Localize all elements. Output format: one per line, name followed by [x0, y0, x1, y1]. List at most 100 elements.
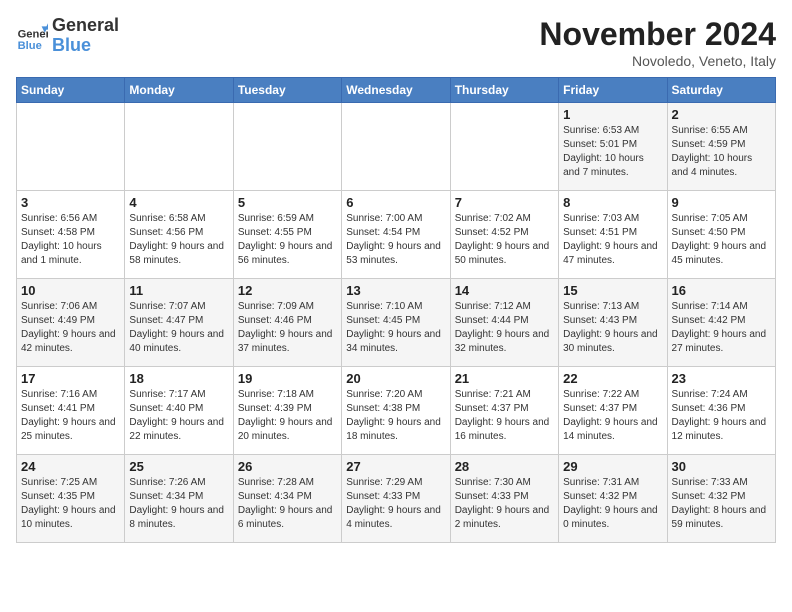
calendar-cell: 11 Sunrise: 7:07 AM Sunset: 4:47 PM Dayli… — [125, 279, 233, 367]
day-info: Sunrise: 7:10 AM Sunset: 4:45 PM Dayligh… — [346, 300, 445, 356]
logo-line2: Blue — [52, 36, 119, 56]
calendar-cell: 6Sunrise: 7:00 AM Sunset: 4:54 PM Daylig… — [342, 191, 450, 279]
day-number: 24 — [21, 459, 120, 474]
day-info: Sunrise: 7:09 AM Sunset: 4:46 PM Dayligh… — [238, 300, 337, 356]
day-number: 11 — [129, 283, 228, 298]
day-info: Sunrise: 6:59 AM Sunset: 4:55 PM Dayligh… — [238, 212, 337, 268]
week-row-3: 10Sunrise: 7:06 AM Sunset: 4:49 PM Dayli… — [17, 279, 776, 367]
title-block: November 2024 Novoledo, Veneto, Italy — [539, 16, 776, 69]
day-number: 2 — [672, 107, 771, 122]
calendar-cell: 25 Sunrise: 7:26 AM Sunset: 4:34 PM Dayli… — [125, 455, 233, 543]
calendar-cell: 1 Sunrise: 6:53 AM Sunset: 5:01 PM Daylig… — [559, 103, 667, 191]
day-info: Sunrise: 7:24 AM Sunset: 4:36 PM Dayligh… — [672, 388, 771, 444]
day-info: Sunrise: 7:17 AM Sunset: 4:40 PM Dayligh… — [129, 388, 228, 444]
day-info: Sunrise: 7:22 AM Sunset: 4:37 PM Dayligh… — [563, 388, 662, 444]
calendar-cell — [17, 103, 125, 191]
day-number: 23 — [672, 371, 771, 386]
day-number: 25 — [129, 459, 228, 474]
day-number: 3 — [21, 195, 120, 210]
calendar-cell: 4Sunrise: 6:58 AM Sunset: 4:56 PM Daylig… — [125, 191, 233, 279]
calendar-cell: 12 Sunrise: 7:09 AM Sunset: 4:46 PM Dayli… — [233, 279, 341, 367]
day-info: Sunrise: 7:14 AM Sunset: 4:42 PM Dayligh… — [672, 300, 771, 356]
day-info: Sunrise: 7:02 AM Sunset: 4:52 PM Dayligh… — [455, 212, 554, 268]
calendar-cell — [342, 103, 450, 191]
weekday-tuesday: Tuesday — [233, 78, 341, 103]
day-number: 15 — [563, 283, 662, 298]
day-number: 8 — [563, 195, 662, 210]
weekday-friday: Friday — [559, 78, 667, 103]
calendar-cell: 30 Sunrise: 7:33 AM Sunset: 4:32 PM Dayli… — [667, 455, 775, 543]
calendar-cell: 15 Sunrise: 7:13 AM Sunset: 4:43 PM Dayli… — [559, 279, 667, 367]
calendar-cell: 2 Sunrise: 6:55 AM Sunset: 4:59 PM Daylig… — [667, 103, 775, 191]
day-info: Sunrise: 7:12 AM Sunset: 4:44 PM Dayligh… — [455, 300, 554, 356]
day-number: 27 — [346, 459, 445, 474]
calendar-cell: 24 Sunrise: 7:25 AM Sunset: 4:35 PM Dayli… — [17, 455, 125, 543]
week-row-1: 1 Sunrise: 6:53 AM Sunset: 5:01 PM Daylig… — [17, 103, 776, 191]
day-info: Sunrise: 7:13 AM Sunset: 4:43 PM Dayligh… — [563, 300, 662, 356]
logo: General Blue General Blue — [16, 16, 119, 56]
calendar-cell: 21Sunrise: 7:21 AM Sunset: 4:37 PM Dayli… — [450, 367, 558, 455]
day-number: 12 — [238, 283, 337, 298]
weekday-saturday: Saturday — [667, 78, 775, 103]
calendar-cell: 23 Sunrise: 7:24 AM Sunset: 4:36 PM Dayli… — [667, 367, 775, 455]
day-info: Sunrise: 6:55 AM Sunset: 4:59 PM Dayligh… — [672, 124, 771, 180]
day-number: 29 — [563, 459, 662, 474]
calendar-cell: 18Sunrise: 7:17 AM Sunset: 4:40 PM Dayli… — [125, 367, 233, 455]
logo-text: General Blue — [52, 16, 119, 56]
day-info: Sunrise: 7:00 AM Sunset: 4:54 PM Dayligh… — [346, 212, 445, 268]
day-info: Sunrise: 7:07 AM Sunset: 4:47 PM Dayligh… — [129, 300, 228, 356]
weekday-row: SundayMondayTuesdayWednesdayThursdayFrid… — [17, 78, 776, 103]
day-info: Sunrise: 7:26 AM Sunset: 4:34 PM Dayligh… — [129, 476, 228, 532]
calendar-cell: 14Sunrise: 7:12 AM Sunset: 4:44 PM Dayli… — [450, 279, 558, 367]
weekday-monday: Monday — [125, 78, 233, 103]
day-info: Sunrise: 7:06 AM Sunset: 4:49 PM Dayligh… — [21, 300, 120, 356]
location: Novoledo, Veneto, Italy — [539, 53, 776, 69]
calendar-cell: 5 Sunrise: 6:59 AM Sunset: 4:55 PM Daylig… — [233, 191, 341, 279]
week-row-4: 17Sunrise: 7:16 AM Sunset: 4:41 PM Dayli… — [17, 367, 776, 455]
day-info: Sunrise: 6:56 AM Sunset: 4:58 PM Dayligh… — [21, 212, 120, 268]
calendar-cell — [125, 103, 233, 191]
day-info: Sunrise: 7:20 AM Sunset: 4:38 PM Dayligh… — [346, 388, 445, 444]
day-info: Sunrise: 7:21 AM Sunset: 4:37 PM Dayligh… — [455, 388, 554, 444]
day-info: Sunrise: 7:03 AM Sunset: 4:51 PM Dayligh… — [563, 212, 662, 268]
calendar-cell: 29Sunrise: 7:31 AM Sunset: 4:32 PM Dayli… — [559, 455, 667, 543]
day-number: 13 — [346, 283, 445, 298]
day-number: 30 — [672, 459, 771, 474]
day-number: 1 — [563, 107, 662, 122]
day-info: Sunrise: 6:53 AM Sunset: 5:01 PM Dayligh… — [563, 124, 662, 180]
calendar-cell: 16 Sunrise: 7:14 AM Sunset: 4:42 PM Dayli… — [667, 279, 775, 367]
day-info: Sunrise: 7:16 AM Sunset: 4:41 PM Dayligh… — [21, 388, 120, 444]
logo-line1: General — [52, 16, 119, 36]
calendar-cell: 17Sunrise: 7:16 AM Sunset: 4:41 PM Dayli… — [17, 367, 125, 455]
day-number: 28 — [455, 459, 554, 474]
day-number: 16 — [672, 283, 771, 298]
calendar-cell — [450, 103, 558, 191]
day-info: Sunrise: 6:58 AM Sunset: 4:56 PM Dayligh… — [129, 212, 228, 268]
month-title: November 2024 — [539, 16, 776, 53]
day-number: 7 — [455, 195, 554, 210]
calendar-table: SundayMondayTuesdayWednesdayThursdayFrid… — [16, 77, 776, 543]
weekday-thursday: Thursday — [450, 78, 558, 103]
day-info: Sunrise: 7:05 AM Sunset: 4:50 PM Dayligh… — [672, 212, 771, 268]
calendar-header: SundayMondayTuesdayWednesdayThursdayFrid… — [17, 78, 776, 103]
day-number: 5 — [238, 195, 337, 210]
day-info: Sunrise: 7:25 AM Sunset: 4:35 PM Dayligh… — [21, 476, 120, 532]
svg-text:General: General — [18, 28, 48, 40]
calendar-cell — [233, 103, 341, 191]
calendar-cell: 3 Sunrise: 6:56 AM Sunset: 4:58 PM Daylig… — [17, 191, 125, 279]
calendar-cell: 7 Sunrise: 7:02 AM Sunset: 4:52 PM Daylig… — [450, 191, 558, 279]
day-info: Sunrise: 7:30 AM Sunset: 4:33 PM Dayligh… — [455, 476, 554, 532]
week-row-2: 3 Sunrise: 6:56 AM Sunset: 4:58 PM Daylig… — [17, 191, 776, 279]
calendar-cell: 13 Sunrise: 7:10 AM Sunset: 4:45 PM Dayli… — [342, 279, 450, 367]
calendar-cell: 19Sunrise: 7:18 AM Sunset: 4:39 PM Dayli… — [233, 367, 341, 455]
calendar-cell: 9Sunrise: 7:05 AM Sunset: 4:50 PM Daylig… — [667, 191, 775, 279]
svg-text:Blue: Blue — [18, 40, 42, 52]
calendar-cell: 26Sunrise: 7:28 AM Sunset: 4:34 PM Dayli… — [233, 455, 341, 543]
logo-icon: General Blue — [16, 20, 48, 52]
week-row-5: 24 Sunrise: 7:25 AM Sunset: 4:35 PM Dayli… — [17, 455, 776, 543]
day-info: Sunrise: 7:33 AM Sunset: 4:32 PM Dayligh… — [672, 476, 771, 532]
day-info: Sunrise: 7:29 AM Sunset: 4:33 PM Dayligh… — [346, 476, 445, 532]
calendar-cell: 20Sunrise: 7:20 AM Sunset: 4:38 PM Dayli… — [342, 367, 450, 455]
calendar-cell: 28 Sunrise: 7:30 AM Sunset: 4:33 PM Dayli… — [450, 455, 558, 543]
day-number: 26 — [238, 459, 337, 474]
